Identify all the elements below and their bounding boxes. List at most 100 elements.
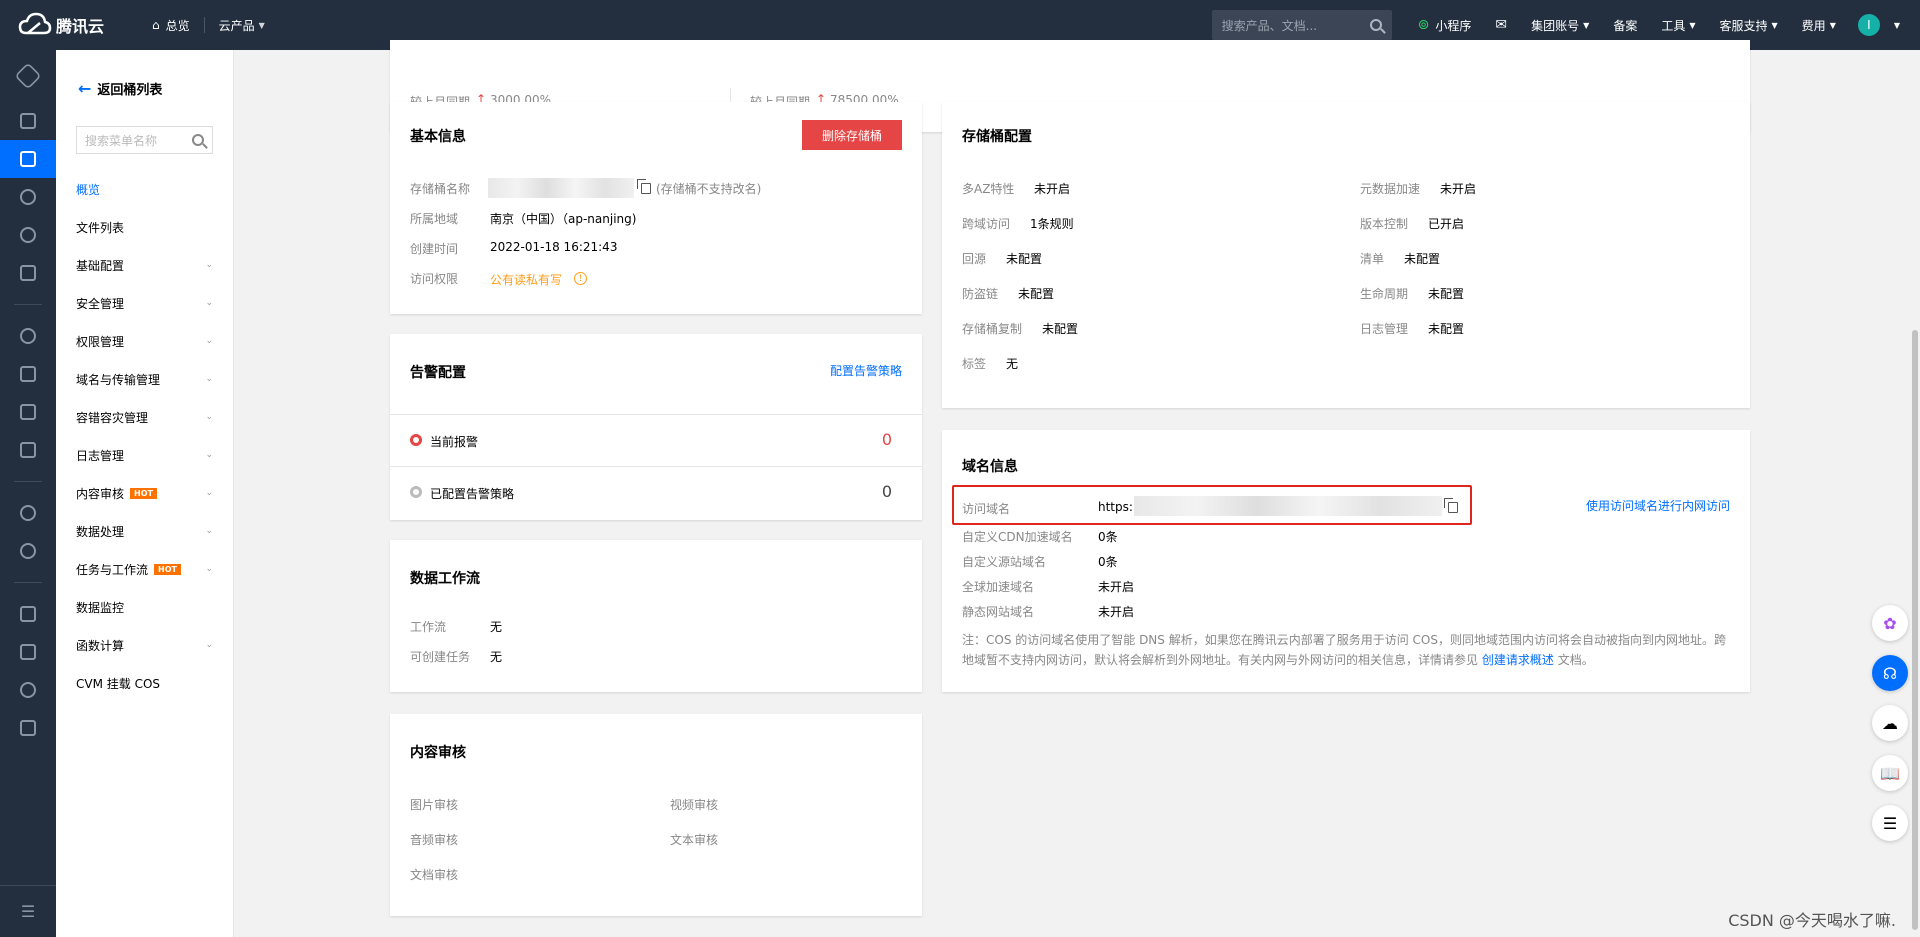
mail-button[interactable]: ✉ bbox=[1483, 17, 1519, 33]
sidebar-item[interactable]: 基础配置 ⌄ bbox=[56, 246, 233, 284]
config-value[interactable]: 未开启 bbox=[1098, 603, 1134, 620]
info-icon[interactable]: ! bbox=[574, 272, 587, 285]
package-icon[interactable] bbox=[0, 633, 56, 671]
config-value[interactable]: 未配置 bbox=[1018, 285, 1054, 302]
audio-audit-label[interactable]: 音频审核 bbox=[410, 831, 458, 848]
book-icon[interactable]: 📖 bbox=[1872, 755, 1908, 791]
tencent-cloud-logo[interactable]: 腾讯云 bbox=[18, 11, 118, 39]
image-audit-label[interactable]: 图片审核 bbox=[410, 796, 458, 813]
config-value[interactable]: 0条 bbox=[1098, 528, 1118, 545]
sidebar-item[interactable]: 函数计算 ⌄ bbox=[56, 626, 233, 664]
cos-storage-icon[interactable] bbox=[0, 140, 56, 178]
current-alarm-count[interactable]: 0 bbox=[882, 430, 892, 449]
chevron-down-icon[interactable]: ▼ bbox=[1894, 21, 1900, 30]
bucket-name-redacted bbox=[488, 178, 634, 198]
config-value[interactable]: 未开启 bbox=[1440, 180, 1476, 197]
tree-icon[interactable] bbox=[0, 355, 56, 393]
chevron-down-icon: ⌄ bbox=[205, 564, 213, 574]
request-overview-link[interactable]: 创建请求概述 bbox=[1482, 653, 1554, 667]
link-icon[interactable] bbox=[0, 178, 56, 216]
dashboard-icon[interactable] bbox=[0, 102, 56, 140]
sidebar-item[interactable]: 域名与传输管理 ⌄ bbox=[56, 360, 233, 398]
database-icon[interactable] bbox=[0, 431, 56, 469]
ai-assistant-icon[interactable]: ✿ bbox=[1872, 605, 1908, 641]
task-label: 可创建任务 bbox=[410, 650, 471, 664]
config-value[interactable]: 未配置 bbox=[1042, 320, 1078, 337]
config-label: 自定义CDN加速域名 bbox=[962, 530, 1073, 544]
sidebar-item-label: 任务与工作流 bbox=[76, 562, 149, 577]
mini-program-label: 小程序 bbox=[1435, 18, 1472, 33]
config-value[interactable]: 无 bbox=[1006, 355, 1018, 372]
group-account-menu[interactable]: 集团账号 ▼ bbox=[1519, 17, 1601, 34]
config-value[interactable]: 未配置 bbox=[1428, 320, 1464, 337]
sidebar-item-label: 日志管理 bbox=[76, 448, 125, 463]
monitor-icon[interactable] bbox=[0, 532, 56, 570]
config-value[interactable]: 0条 bbox=[1098, 553, 1118, 570]
configured-alarm-count[interactable]: 0 bbox=[882, 482, 892, 501]
checklist-icon[interactable] bbox=[0, 393, 56, 431]
mini-program-link[interactable]: ⊚ 小程序 bbox=[1406, 17, 1484, 34]
note-line-1: 注：COS 的访问域名使用了智能 DNS 解析，如果您在腾讯云内部署了服务用于访… bbox=[962, 633, 1726, 647]
tools-label: 工具 bbox=[1661, 18, 1686, 33]
config-value[interactable]: 未配置 bbox=[1404, 250, 1440, 267]
search-analyze-icon[interactable] bbox=[0, 494, 56, 532]
config-value[interactable]: 未配置 bbox=[1428, 285, 1464, 302]
intranet-access-link[interactable]: 使用访问域名进行内网访问 bbox=[1586, 497, 1730, 514]
billing-menu[interactable]: 费用 ▼ bbox=[1790, 17, 1848, 34]
config-label: 元数据加速 bbox=[1360, 182, 1421, 196]
video-audit-label[interactable]: 视频审核 bbox=[670, 796, 718, 813]
filing-link[interactable]: 备案 bbox=[1601, 17, 1649, 34]
config-label: 清单 bbox=[1360, 252, 1385, 266]
config-value[interactable]: 未开启 bbox=[1098, 578, 1134, 595]
config-value[interactable]: 未开启 bbox=[1034, 180, 1070, 197]
sidebar-item[interactable]: CVM 挂载 COS bbox=[56, 664, 233, 702]
menu-search-input[interactable]: 搜索菜单名称 bbox=[76, 126, 213, 154]
global-search-input[interactable]: 搜索产品、文档... bbox=[1211, 10, 1392, 40]
doc-audit-label[interactable]: 文档审核 bbox=[410, 866, 458, 883]
config-value[interactable]: 未配置 bbox=[1006, 250, 1042, 267]
sidebar-item[interactable]: 文件列表 bbox=[56, 208, 233, 246]
pie-chart-icon[interactable] bbox=[0, 216, 56, 254]
gauge-icon[interactable] bbox=[0, 317, 56, 355]
watermark: CSDN @今天喝水了嘛. bbox=[1728, 911, 1896, 930]
sidebar-item[interactable]: 数据处理 ⌄ bbox=[56, 512, 233, 550]
collapse-menu-icon[interactable]: ☰ bbox=[0, 885, 56, 937]
nav-overview[interactable]: ⌂ 总览 bbox=[138, 0, 204, 50]
sidebar-item[interactable]: 数据监控 bbox=[56, 588, 233, 626]
storage-grid-icon[interactable] bbox=[0, 254, 56, 292]
config-value[interactable]: 1条规则 bbox=[1030, 215, 1074, 232]
customer-service-icon[interactable]: ☊ bbox=[1872, 655, 1908, 691]
sidebar-item[interactable]: 概览 bbox=[56, 170, 233, 208]
audit-title: 内容审核 bbox=[410, 745, 466, 761]
sidebar-item[interactable]: 内容审核 HOT ⌄ bbox=[56, 474, 233, 512]
search-icon bbox=[192, 134, 204, 146]
config-value[interactable]: 已开启 bbox=[1428, 215, 1464, 232]
copy-icon[interactable] bbox=[637, 179, 651, 194]
archive-icon[interactable] bbox=[0, 595, 56, 633]
configure-alarm-link[interactable]: 配置告警策略 bbox=[830, 362, 902, 379]
arrow-left-icon: ← bbox=[78, 78, 92, 98]
avatar[interactable]: I bbox=[1857, 14, 1880, 36]
back-to-bucket-list[interactable]: ← 返回桶列表 bbox=[78, 68, 233, 108]
cloud-sync-icon[interactable]: ☁ bbox=[1872, 705, 1908, 741]
sidebar-item[interactable]: 日志管理 ⌄ bbox=[56, 436, 233, 474]
sidebar-item[interactable]: 安全管理 ⌄ bbox=[56, 284, 233, 322]
list-menu-icon[interactable]: ☰ bbox=[1872, 805, 1908, 841]
nav-products-label: 云产品 bbox=[218, 18, 255, 33]
sidebar-item[interactable]: 权限管理 ⌄ bbox=[56, 322, 233, 360]
delete-bucket-button[interactable]: 删除存储桶 bbox=[802, 120, 902, 150]
copy-icon[interactable] bbox=[1444, 498, 1458, 513]
sidebar-item-label: 概览 bbox=[76, 182, 101, 197]
scrollbar-thumb[interactable] bbox=[1912, 330, 1918, 930]
page-scrollbar[interactable] bbox=[1910, 50, 1920, 937]
tools-menu[interactable]: 工具 ▼ bbox=[1649, 17, 1707, 34]
sidebar-item[interactable]: 任务与工作流 HOT ⌄ bbox=[56, 550, 233, 588]
activity-icon[interactable] bbox=[0, 671, 56, 709]
support-menu[interactable]: 客服支持 ▼ bbox=[1708, 17, 1790, 34]
sidebar-item[interactable]: 容错容灾管理 ⌄ bbox=[56, 398, 233, 436]
box-icon[interactable] bbox=[0, 709, 56, 747]
text-audit-label[interactable]: 文本审核 bbox=[670, 831, 718, 848]
workflow-card: 数据工作流 工作流 无 可创建任务 无 bbox=[390, 540, 922, 692]
nav-products[interactable]: 云产品 ▼ bbox=[205, 0, 279, 50]
cube-icon[interactable] bbox=[0, 50, 56, 102]
